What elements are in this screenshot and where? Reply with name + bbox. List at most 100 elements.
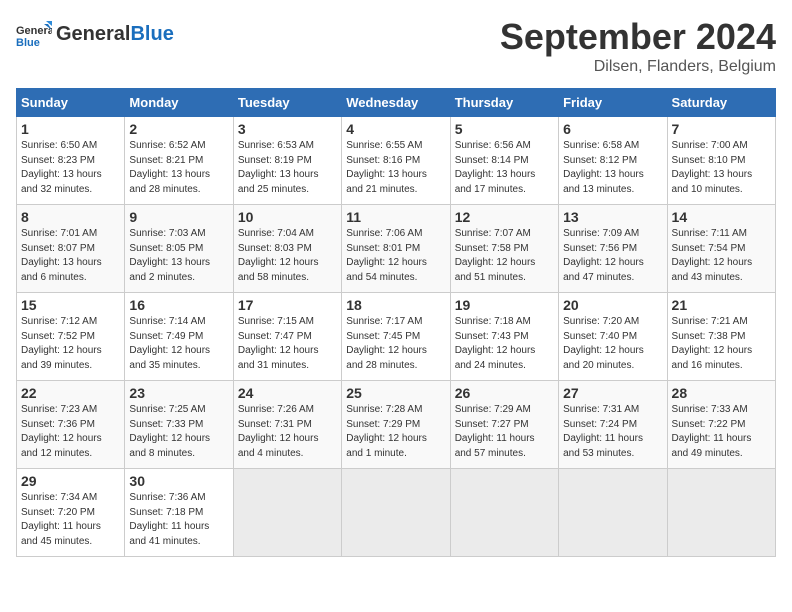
month-title: September 2024 — [500, 16, 776, 58]
calendar-cell: 24Sunrise: 7:26 AM Sunset: 7:31 PM Dayli… — [233, 381, 341, 469]
day-info: Sunrise: 7:06 AM Sunset: 8:01 PM Dayligh… — [346, 227, 445, 285]
calendar-week-row: 15 Sunrise: 7:12 AM Sunset: 7:52 PM Dayli… — [17, 293, 776, 381]
calendar-cell: 6 Sunrise: 6:58 AM Sunset: 8:12 PM Daylig… — [559, 117, 667, 205]
day-number: 6 — [563, 121, 662, 137]
day-number: 5 — [455, 121, 554, 137]
day-number: 18 — [346, 297, 445, 313]
calendar-cell — [559, 469, 667, 557]
day-number: 19 — [455, 297, 554, 313]
calendar-week-row: 8 Sunrise: 7:01 AM Sunset: 8:07 PM Daylig… — [17, 205, 776, 293]
day-info: Sunrise: 7:31 AM Sunset: 7:24 PM Dayligh… — [563, 403, 662, 461]
day-number: 14 — [672, 209, 771, 225]
day-info: Sunrise: 6:55 AM Sunset: 8:16 PM Dayligh… — [346, 139, 445, 197]
day-number: 3 — [238, 121, 337, 137]
day-info: Sunrise: 7:29 AM Sunset: 7:27 PM Dayligh… — [455, 403, 554, 461]
calendar-cell: 11Sunrise: 7:06 AM Sunset: 8:01 PM Dayli… — [342, 205, 450, 293]
calendar-cell: 15 Sunrise: 7:12 AM Sunset: 7:52 PM Dayli… — [17, 293, 125, 381]
day-number: 4 — [346, 121, 445, 137]
day-info: Sunrise: 7:28 AM Sunset: 7:29 PM Dayligh… — [346, 403, 445, 461]
day-number: 2 — [129, 121, 228, 137]
day-info: Sunrise: 7:01 AM Sunset: 8:07 PM Dayligh… — [21, 227, 120, 285]
weekday-header: Monday — [125, 89, 233, 117]
day-info: Sunrise: 6:56 AM Sunset: 8:14 PM Dayligh… — [455, 139, 554, 197]
calendar-cell: 7 Sunrise: 7:00 AM Sunset: 8:10 PM Daylig… — [667, 117, 775, 205]
calendar-cell — [667, 469, 775, 557]
day-number: 28 — [672, 385, 771, 401]
day-info: Sunrise: 7:36 AM Sunset: 7:18 PM Dayligh… — [129, 491, 228, 549]
calendar-cell: 4 Sunrise: 6:55 AM Sunset: 8:16 PM Daylig… — [342, 117, 450, 205]
day-info: Sunrise: 7:15 AM Sunset: 7:47 PM Dayligh… — [238, 315, 337, 373]
weekday-header: Friday — [559, 89, 667, 117]
svg-text:Blue: Blue — [16, 37, 40, 49]
day-number: 15 — [21, 297, 120, 313]
page-header: General Blue GeneralBlue September 2024 … — [16, 16, 776, 76]
calendar-cell: 19 Sunrise: 7:18 AM Sunset: 7:43 PM Dayli… — [450, 293, 558, 381]
calendar-cell: 8 Sunrise: 7:01 AM Sunset: 8:07 PM Daylig… — [17, 205, 125, 293]
day-number: 16 — [129, 297, 228, 313]
day-number: 7 — [672, 121, 771, 137]
calendar-cell: 13 Sunrise: 7:09 AM Sunset: 7:56 PM Dayli… — [559, 205, 667, 293]
day-info: Sunrise: 7:25 AM Sunset: 7:33 PM Dayligh… — [129, 403, 228, 461]
weekday-header: Thursday — [450, 89, 558, 117]
day-info: Sunrise: 7:09 AM Sunset: 7:56 PM Dayligh… — [563, 227, 662, 285]
calendar-cell: 5 Sunrise: 6:56 AM Sunset: 8:14 PM Daylig… — [450, 117, 558, 205]
logo-blue: Blue — [130, 23, 173, 45]
day-number: 13 — [563, 209, 662, 225]
calendar-cell — [233, 469, 341, 557]
calendar-cell: 17Sunrise: 7:15 AM Sunset: 7:47 PM Dayli… — [233, 293, 341, 381]
calendar-week-row: 1 Sunrise: 6:50 AM Sunset: 8:23 PM Daylig… — [17, 117, 776, 205]
day-number: 26 — [455, 385, 554, 401]
calendar-week-row: 22 Sunrise: 7:23 AM Sunset: 7:36 PM Dayli… — [17, 381, 776, 469]
day-info: Sunrise: 7:00 AM Sunset: 8:10 PM Dayligh… — [672, 139, 771, 197]
calendar-cell: 28 Sunrise: 7:33 AM Sunset: 7:22 PM Dayli… — [667, 381, 775, 469]
day-info: Sunrise: 7:12 AM Sunset: 7:52 PM Dayligh… — [21, 315, 120, 373]
title-block: September 2024 Dilsen, Flanders, Belgium — [500, 16, 776, 76]
calendar-table: SundayMondayTuesdayWednesdayThursdayFrid… — [16, 88, 776, 557]
day-info: Sunrise: 6:52 AM Sunset: 8:21 PM Dayligh… — [129, 139, 228, 197]
day-number: 1 — [21, 121, 120, 137]
day-number: 29 — [21, 473, 120, 489]
calendar-cell: 22 Sunrise: 7:23 AM Sunset: 7:36 PM Dayli… — [17, 381, 125, 469]
day-info: Sunrise: 6:58 AM Sunset: 8:12 PM Dayligh… — [563, 139, 662, 197]
day-info: Sunrise: 7:04 AM Sunset: 8:03 PM Dayligh… — [238, 227, 337, 285]
calendar-cell: 2 Sunrise: 6:52 AM Sunset: 8:21 PM Daylig… — [125, 117, 233, 205]
logo-general: General — [56, 23, 130, 45]
day-info: Sunrise: 7:23 AM Sunset: 7:36 PM Dayligh… — [21, 403, 120, 461]
day-number: 24 — [238, 385, 337, 401]
logo: General Blue GeneralBlue — [16, 16, 174, 52]
day-number: 9 — [129, 209, 228, 225]
day-number: 12 — [455, 209, 554, 225]
day-number: 25 — [346, 385, 445, 401]
calendar-cell: 26 Sunrise: 7:29 AM Sunset: 7:27 PM Dayli… — [450, 381, 558, 469]
day-number: 20 — [563, 297, 662, 313]
calendar-cell: 18Sunrise: 7:17 AM Sunset: 7:45 PM Dayli… — [342, 293, 450, 381]
day-info: Sunrise: 6:50 AM Sunset: 8:23 PM Dayligh… — [21, 139, 120, 197]
day-info: Sunrise: 7:34 AM Sunset: 7:20 PM Dayligh… — [21, 491, 120, 549]
calendar-cell: 30Sunrise: 7:36 AM Sunset: 7:18 PM Dayli… — [125, 469, 233, 557]
day-number: 27 — [563, 385, 662, 401]
day-number: 21 — [672, 297, 771, 313]
calendar-cell: 3 Sunrise: 6:53 AM Sunset: 8:19 PM Daylig… — [233, 117, 341, 205]
location: Dilsen, Flanders, Belgium — [500, 58, 776, 76]
calendar-cell: 12Sunrise: 7:07 AM Sunset: 7:58 PM Dayli… — [450, 205, 558, 293]
calendar-cell: 29 Sunrise: 7:34 AM Sunset: 7:20 PM Dayli… — [17, 469, 125, 557]
calendar-cell: 23Sunrise: 7:25 AM Sunset: 7:33 PM Dayli… — [125, 381, 233, 469]
day-number: 22 — [21, 385, 120, 401]
calendar-cell — [450, 469, 558, 557]
weekday-header: Wednesday — [342, 89, 450, 117]
day-info: Sunrise: 7:33 AM Sunset: 7:22 PM Dayligh… — [672, 403, 771, 461]
calendar-cell: 10Sunrise: 7:04 AM Sunset: 8:03 PM Dayli… — [233, 205, 341, 293]
calendar-cell: 27 Sunrise: 7:31 AM Sunset: 7:24 PM Dayli… — [559, 381, 667, 469]
day-info: Sunrise: 7:21 AM Sunset: 7:38 PM Dayligh… — [672, 315, 771, 373]
calendar-cell: 14 Sunrise: 7:11 AM Sunset: 7:54 PM Dayli… — [667, 205, 775, 293]
weekday-header: Sunday — [17, 89, 125, 117]
day-info: Sunrise: 7:11 AM Sunset: 7:54 PM Dayligh… — [672, 227, 771, 285]
day-info: Sunrise: 6:53 AM Sunset: 8:19 PM Dayligh… — [238, 139, 337, 197]
calendar-cell: 20Sunrise: 7:20 AM Sunset: 7:40 PM Dayli… — [559, 293, 667, 381]
day-info: Sunrise: 7:14 AM Sunset: 7:49 PM Dayligh… — [129, 315, 228, 373]
day-number: 8 — [21, 209, 120, 225]
calendar-cell: 16 Sunrise: 7:14 AM Sunset: 7:49 PM Dayli… — [125, 293, 233, 381]
day-info: Sunrise: 7:18 AM Sunset: 7:43 PM Dayligh… — [455, 315, 554, 373]
calendar-cell: 9Sunrise: 7:03 AM Sunset: 8:05 PM Daylig… — [125, 205, 233, 293]
calendar-cell — [342, 469, 450, 557]
